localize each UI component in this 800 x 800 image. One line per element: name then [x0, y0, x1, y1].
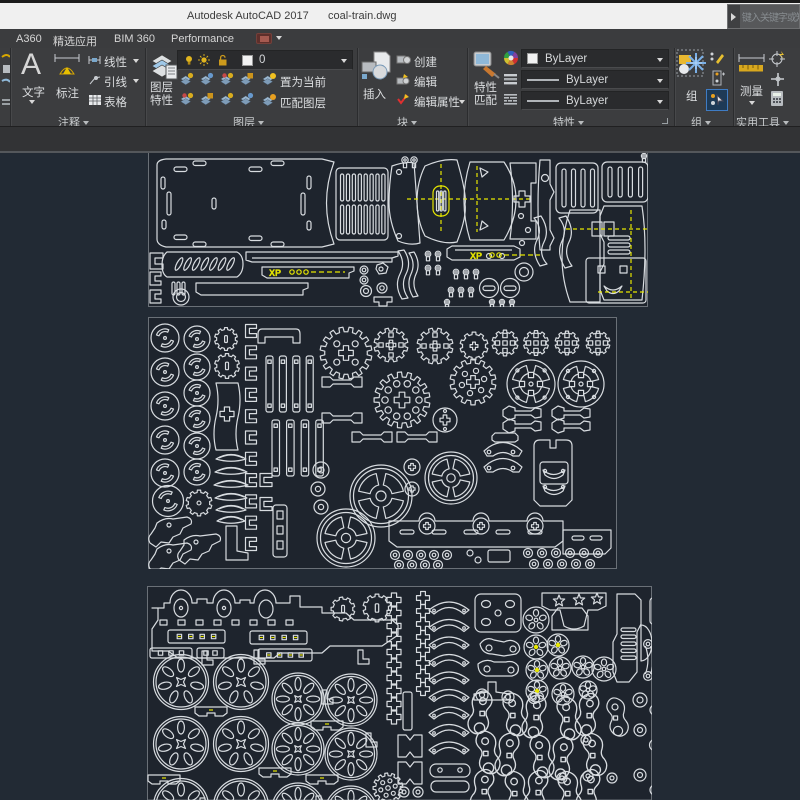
svg-text:XP: XP: [470, 251, 482, 261]
svg-text:XP: XP: [269, 268, 281, 278]
